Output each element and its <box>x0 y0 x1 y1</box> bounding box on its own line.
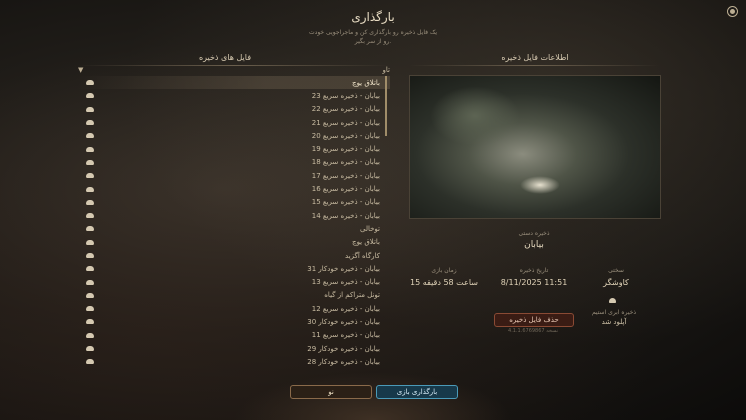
cloud-upload-icon <box>609 298 616 303</box>
save-item[interactable]: بیابان - ذخیره سریع 15 <box>78 196 390 209</box>
save-item-label: بیابان - ذخیره خودکار 31 <box>307 264 380 273</box>
subtitle-line-2: رو از سر بگیر. <box>354 38 392 45</box>
save-item-label: بیابان - ذخیره سریع 22 <box>311 105 380 114</box>
save-item-label: بیابان - ذخیره خودکار 30 <box>307 317 380 326</box>
cloud-icon <box>86 253 94 258</box>
cloud-icon <box>86 279 94 285</box>
difficulty-value: کاوشگر <box>603 278 629 287</box>
save-item[interactable]: کارگاه آگزید <box>78 249 390 262</box>
save-list: تاو ▼ باتلاق یوچ بیابان - ذخیره سریع 23 … <box>78 64 390 369</box>
save-item[interactable]: بیابان - ذخیره سریع 14 <box>78 209 390 222</box>
save-item[interactable]: بیابان - ذخیره خودکار 28 <box>78 355 390 368</box>
save-item[interactable]: بیابان - ذخیره سریع 16 <box>78 182 390 195</box>
date-info: تاریخ ذخیره 8/11/2025 11:51 <box>494 267 574 287</box>
cloud-icon <box>86 319 94 325</box>
playtime-info: زمان بازی 15 ساعت 58 دقیقه <box>404 267 484 287</box>
save-item-label: کارگاه آگزید <box>345 251 380 260</box>
cloud-icon <box>86 106 94 112</box>
save-item[interactable]: بیابان - ذخیره سریع 17 <box>78 169 390 182</box>
save-item-label: بیابان - ذخیره سریع 14 <box>311 211 380 220</box>
save-item-label: بیابان - ذخیره سریع 18 <box>311 158 380 167</box>
save-item[interactable]: بیابان - ذخیره سریع 23 <box>78 89 390 102</box>
save-item[interactable]: بیابان - ذخیره خودکار 30 <box>78 315 390 328</box>
save-item[interactable]: بیابان - ذخیره سریع 20 <box>78 129 390 142</box>
save-preview-image <box>409 75 661 219</box>
save-item[interactable]: بیابان - ذخیره سریع 11 <box>78 329 390 342</box>
save-item-label: بیابان - ذخیره سریع 11 <box>311 331 380 340</box>
cloud-icon <box>86 266 94 272</box>
cloud-icon <box>86 226 94 232</box>
save-files-title: فایل های ذخیره <box>198 53 252 62</box>
page-subtitle: یک فایل ذخیره رو بارگذاری کن و ماجراجویی… <box>0 28 746 46</box>
cloud-icon <box>86 133 94 139</box>
save-item[interactable]: بیابان - ذخیره سریع 21 <box>78 116 390 129</box>
save-item[interactable]: بیابان - ذخیره سریع 19 <box>78 142 390 155</box>
save-item[interactable]: بیابان - ذخیره سریع 22 <box>78 103 390 116</box>
save-item-label: بیابان - ذخیره سریع 15 <box>311 198 380 207</box>
save-item-label: بیابان - ذخیره سریع 19 <box>311 145 380 154</box>
date-value: 8/11/2025 11:51 <box>500 278 568 287</box>
cloud-icon <box>86 332 94 338</box>
footer-glow <box>233 372 513 420</box>
cloud-icon <box>86 159 94 165</box>
save-item-label: بیابان - ذخیره سریع 13 <box>311 278 380 287</box>
playtime-value: 15 ساعت 58 دقیقه <box>410 278 478 287</box>
cloud-icon <box>86 93 94 99</box>
save-info-divider <box>409 65 659 66</box>
cloud-icon <box>86 292 94 298</box>
save-item[interactable]: باتلاق یوچ <box>78 76 390 90</box>
difficulty-label: سختی <box>608 267 624 274</box>
load-game-button[interactable]: بارگذاری بازی <box>376 385 458 399</box>
save-item[interactable]: بیابان - ذخیره خودکار 29 <box>78 342 390 355</box>
save-item-label: تونل متراکم از گیاه <box>324 291 380 300</box>
save-item-label: بیابان - ذخیره سریع 12 <box>311 304 380 313</box>
cloud-save-status: آپلود شد <box>601 318 627 326</box>
playtime-label: زمان بازی <box>431 267 457 274</box>
save-item-label: بیابان - ذخیره سریع 17 <box>311 171 380 180</box>
save-item-label: بیابان - ذخیره خودکار 28 <box>307 357 380 366</box>
list-scrollbar[interactable] <box>385 76 387 136</box>
save-item[interactable]: تونل متراکم از گیاه <box>78 289 390 302</box>
version-label: نسخه 4.1.1.6769867 <box>508 328 558 334</box>
delete-save-button[interactable]: حذف فایل ذخیره <box>494 313 574 327</box>
save-item[interactable]: توخالی <box>78 222 390 235</box>
save-item-label: بیابان - ذخیره سریع 23 <box>311 91 380 100</box>
save-item-label: توخالی <box>360 224 380 233</box>
save-item-label: بیابان - ذخیره سریع 16 <box>311 185 380 194</box>
cloud-icon <box>86 239 94 245</box>
date-label: تاریخ ذخیره <box>519 267 549 274</box>
chevron-down-icon: ▼ <box>78 66 84 74</box>
cloud-icon <box>86 80 94 86</box>
save-name: بیابان <box>524 240 544 250</box>
subtitle-line-1: یک فایل ذخیره رو بارگذاری کن و ماجراجویی… <box>309 29 437 36</box>
new-button[interactable]: نو <box>290 385 372 399</box>
page-title: بارگذاری <box>351 10 395 24</box>
save-item-label: بیابان - ذخیره خودکار 29 <box>307 344 380 353</box>
cloud-icon <box>86 199 94 205</box>
save-item[interactable]: بیابان - ذخیره سریع 12 <box>78 302 390 315</box>
page-header: بارگذاری یک فایل ذخیره رو بارگذاری کن و … <box>0 10 746 46</box>
save-item[interactable]: بیابان - ذخیره سریع 18 <box>78 156 390 169</box>
cloud-icon <box>86 146 94 152</box>
group-label: تاو <box>382 66 390 74</box>
cloud-icon <box>86 306 94 312</box>
save-item[interactable]: بیابان - ذخیره سریع 13 <box>78 275 390 288</box>
save-item[interactable]: بیابان - ذخیره خودکار 31 <box>78 262 390 275</box>
save-item-label: بیابان - ذخیره سریع 20 <box>311 131 380 140</box>
save-group-header[interactable]: تاو ▼ <box>78 64 390 76</box>
cloud-icon <box>86 213 94 219</box>
cloud-icon <box>86 359 94 365</box>
cloud-save-label: ذخیره ابری استیم <box>591 309 637 316</box>
cloud-icon <box>86 173 94 179</box>
save-type: ذخیره دستی <box>518 230 550 237</box>
difficulty-info: سختی کاوشگر <box>576 267 656 287</box>
cloud-icon <box>86 120 94 126</box>
save-item-label: باتلاق یوچ <box>352 238 380 247</box>
save-item-label: بیابان - ذخیره سریع 21 <box>311 118 380 127</box>
save-item[interactable]: باتلاق یوچ <box>78 236 390 249</box>
cloud-icon <box>86 186 94 192</box>
save-info-title: اطلاعات فایل ذخیره <box>501 53 569 62</box>
cloud-icon <box>86 346 94 352</box>
